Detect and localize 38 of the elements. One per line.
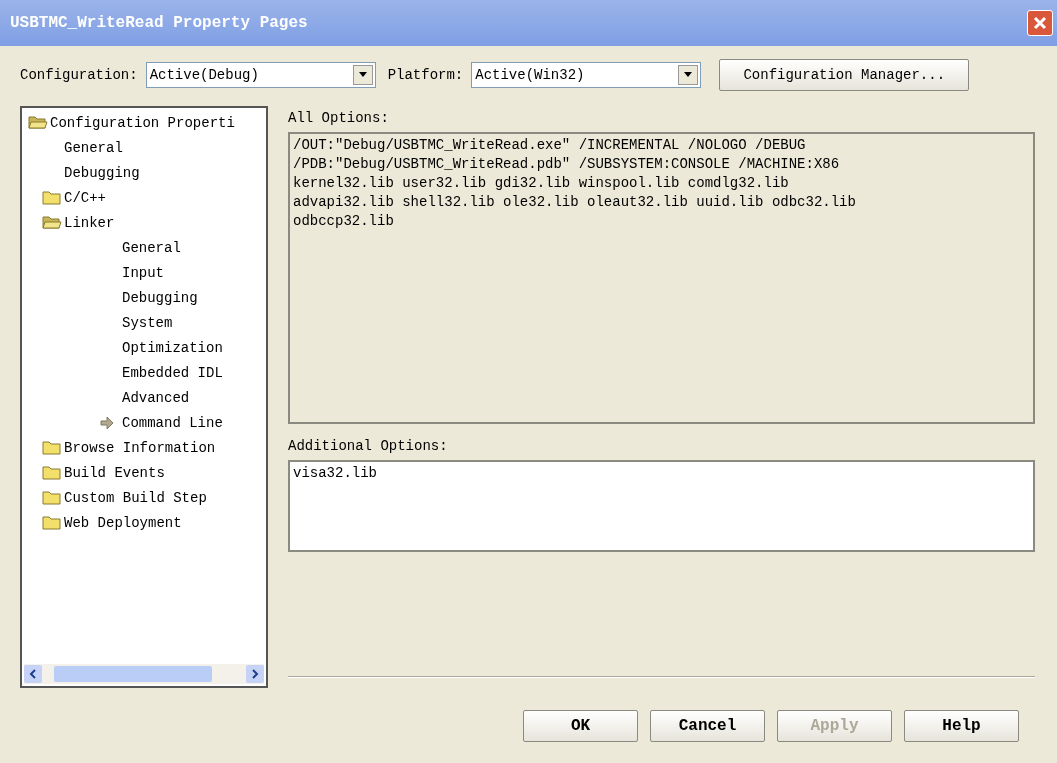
configuration-manager-button[interactable]: Configuration Manager...	[719, 59, 970, 91]
tree-item[interactable]: Debugging	[122, 289, 198, 306]
all-options-label: All Options:	[288, 109, 390, 128]
scroll-left-icon	[29, 669, 37, 679]
tree-item[interactable]: Web Deployment	[64, 514, 182, 531]
tree-item[interactable]: Optimization	[122, 339, 223, 356]
dialog-button[interactable]: OK	[523, 710, 638, 742]
dropdown-arrow-icon	[357, 72, 368, 78]
tree-item[interactable]: Browse Information	[64, 439, 216, 456]
all-options-field[interactable]: /OUT:"Debug/USBTMC_WriteRead.exe" /INCREMENTAL /NOLOGO /DEBUG /PDB:"Debug/USBTMC_WriteRead.pdb" /SUBSYSTEM:CONSOLE /MACHINE:X86 kernel32.lib user32.lib gdi32.lib winspool.lib comdlg32.lib advapi32.lib shell32.lib ole32.lib oleaut32.lib uuid.lib odbc32.lib odbccp32.lib	[288, 132, 1035, 424]
tree-item[interactable]: Custom Build Step	[64, 489, 207, 506]
tree-item[interactable]: System	[122, 314, 173, 331]
close-icon	[1031, 14, 1049, 32]
tree-item[interactable]: Linker	[64, 214, 115, 231]
dialog-button[interactable]: Cancel	[650, 710, 765, 742]
tree-item[interactable]: C/C++	[64, 189, 106, 206]
close-button[interactable]	[1027, 10, 1053, 36]
tree-item[interactable]: Embedded IDL	[122, 364, 223, 381]
dialog-button[interactable]: Help	[904, 710, 1019, 742]
tree-item[interactable]: Debugging	[64, 164, 140, 181]
platform-dropdown[interactable]: Active(Win32)	[471, 62, 702, 88]
additional-options-field[interactable]: visa32.lib	[288, 460, 1035, 552]
dropdown-arrow-icon	[683, 72, 694, 78]
configuration-dropdown[interactable]: Active(Debug)	[145, 62, 376, 88]
scroll-right-icon	[251, 669, 259, 679]
tree-item[interactable]: General	[64, 139, 123, 156]
window-title: USBTMC_WriteRead Property Pages	[10, 14, 308, 32]
horizontal-scrollbar[interactable]	[24, 664, 264, 684]
configuration-label: Configuration:	[20, 67, 138, 83]
tree-item[interactable]: Command Line	[100, 414, 223, 431]
tree-item[interactable]: General	[122, 239, 181, 256]
platform-label: Platform:	[387, 67, 464, 83]
additional-options-label: Additional Options:	[288, 437, 449, 456]
arrow-icon	[100, 415, 114, 430]
tree-item[interactable]: Configuration Properti	[50, 114, 235, 131]
tree-item[interactable]: Advanced	[122, 389, 190, 406]
tree-item[interactable]: Input	[122, 264, 164, 281]
tree-item[interactable]: Build Events	[64, 464, 165, 481]
